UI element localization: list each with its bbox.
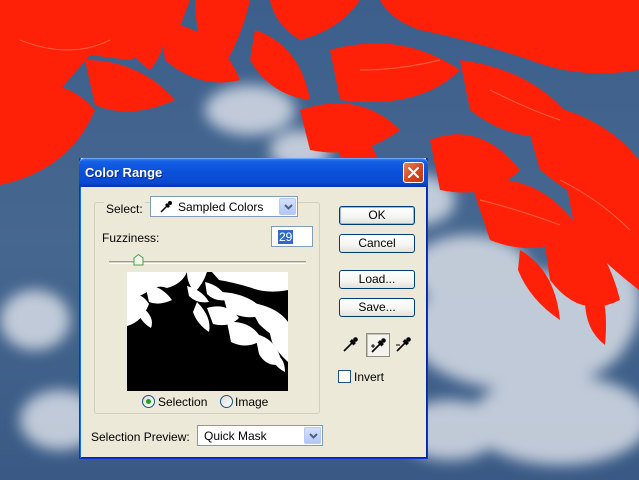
- invert-checkbox[interactable]: [338, 370, 351, 383]
- selection-preview-dropdown-arrow[interactable]: [304, 427, 321, 444]
- select-dropdown[interactable]: Sampled Colors: [150, 196, 298, 217]
- select-label: Select:: [104, 202, 145, 216]
- select-dropdown-arrow[interactable]: [279, 198, 296, 215]
- select-value: Sampled Colors: [178, 200, 264, 214]
- invert-label: Invert: [354, 370, 385, 384]
- eyedropper-plus-icon: [371, 338, 386, 353]
- cancel-button[interactable]: Cancel: [339, 234, 415, 253]
- color-range-dialog: Color Range Select: Sampled Colors Fuzzi…: [79, 158, 428, 459]
- chevron-down-icon: [284, 204, 293, 210]
- eyedropper-minus-tool[interactable]: [392, 333, 416, 357]
- fuzziness-input[interactable]: 29: [271, 226, 313, 247]
- eyedropper-tool[interactable]: [339, 333, 363, 357]
- eyedropper-icon: [160, 201, 172, 213]
- eyedropper-plus-tool[interactable]: [366, 333, 390, 357]
- dialog-title: Color Range: [85, 165, 163, 180]
- fuzziness-slider-thumb[interactable]: [133, 254, 144, 266]
- chevron-down-icon: [309, 433, 318, 439]
- save-button[interactable]: Save...: [339, 298, 415, 317]
- ok-button[interactable]: OK: [339, 206, 415, 225]
- eyedropper-minus-icon: [396, 337, 411, 352]
- radio-image-label: Image: [235, 395, 269, 409]
- eyedropper-icon: [343, 337, 358, 352]
- close-button[interactable]: [403, 162, 424, 183]
- radio-image[interactable]: [220, 395, 233, 408]
- radio-selection-label: Selection: [158, 395, 208, 409]
- selection-preview-value: Quick Mask: [204, 429, 267, 443]
- fuzziness-value: 29: [278, 230, 294, 244]
- selection-preview-image: [127, 272, 288, 391]
- selection-preview-label: Selection Preview:: [91, 430, 190, 444]
- close-icon: [408, 167, 419, 178]
- load-button[interactable]: Load...: [339, 270, 415, 289]
- radio-selection[interactable]: [142, 395, 155, 408]
- title-bar[interactable]: Color Range: [79, 158, 428, 187]
- fuzziness-label: Fuzziness:: [102, 231, 160, 245]
- selection-preview-dropdown[interactable]: Quick Mask: [197, 425, 323, 446]
